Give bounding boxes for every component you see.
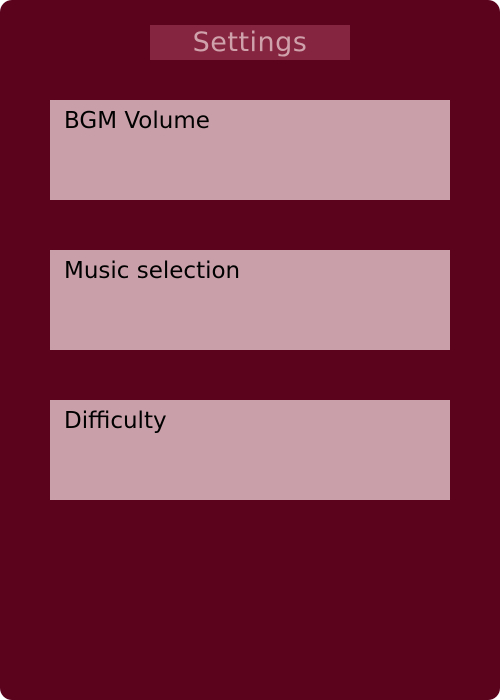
bgm-volume-setting[interactable]: BGM Volume: [50, 100, 450, 200]
difficulty-setting[interactable]: Difficulty: [50, 400, 450, 500]
difficulty-label: Difficulty: [64, 408, 167, 434]
bgm-volume-label: BGM Volume: [64, 108, 210, 134]
title-bar: Settings: [150, 25, 350, 60]
music-selection-label: Music selection: [64, 258, 241, 284]
page-title: Settings: [192, 27, 308, 58]
music-selection-setting[interactable]: Music selection: [50, 250, 450, 350]
settings-panel: Settings BGM Volume Music selection Diff…: [0, 0, 500, 700]
